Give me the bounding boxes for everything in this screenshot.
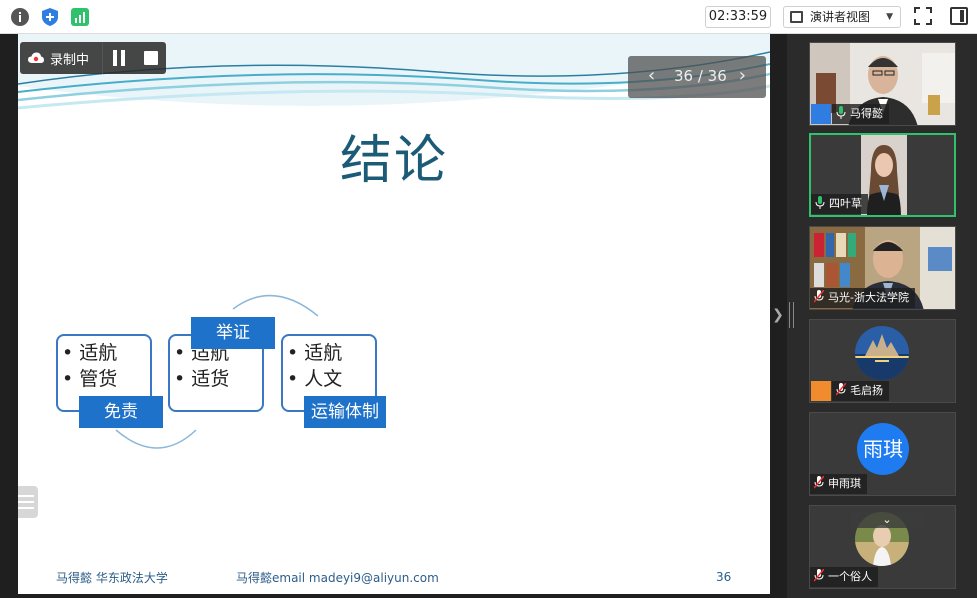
collapse-panel-icon[interactable]: ❯ bbox=[770, 300, 786, 330]
participant-tile-2[interactable]: 四叶草 bbox=[809, 133, 956, 217]
box-1-tag: 免责 bbox=[79, 396, 163, 428]
participant-tile-3[interactable]: 马光-浙大法学院 bbox=[809, 226, 956, 310]
participant-name-tag-3: 马光-浙大法学院 bbox=[810, 288, 915, 308]
participant-name-tag-5: 申雨琪 bbox=[810, 474, 867, 494]
participant-tile-6[interactable]: ⌄ 一个俗人 bbox=[809, 505, 956, 589]
network-signal-icon[interactable] bbox=[70, 7, 90, 27]
participant-name: 申雨琪 bbox=[828, 477, 861, 490]
fullscreen-icon[interactable] bbox=[914, 7, 932, 25]
participant-name-tag-2: 四叶草 bbox=[811, 194, 868, 214]
participant-avatar: 雨琪 bbox=[857, 423, 909, 475]
scroll-up-icon[interactable]: ⌄ bbox=[850, 512, 924, 528]
top-toolbar: 02:33:59 演讲者视图 ▼ bbox=[0, 0, 977, 34]
microphone-muted-icon bbox=[836, 383, 846, 396]
host-badge bbox=[811, 104, 831, 124]
security-shield-icon[interactable] bbox=[40, 7, 60, 27]
box-2-tag: 举证 bbox=[191, 317, 275, 349]
footer-author: 马得懿 华东政法大学 bbox=[56, 571, 168, 585]
footer-email: 马得懿email madeyi9@aliyun.com bbox=[236, 571, 439, 585]
diagram-arcs bbox=[115, 294, 319, 449]
slide-menu-button[interactable] bbox=[18, 486, 38, 518]
chevron-down-icon: ▼ bbox=[886, 12, 893, 22]
box-3-bullet-2: • 人文 bbox=[287, 368, 343, 390]
microphone-icon bbox=[815, 196, 825, 209]
panel-resize-handle[interactable] bbox=[789, 302, 794, 328]
box-3-bullet-1: • 适航 bbox=[287, 342, 343, 364]
microphone-muted-icon bbox=[814, 476, 824, 489]
participant-name: 四叶草 bbox=[829, 197, 862, 210]
view-mode-label: 演讲者视图 bbox=[810, 10, 871, 24]
box-1-bullet-1: • 适航 bbox=[62, 342, 118, 364]
host-badge bbox=[811, 381, 831, 401]
participant-name: 一个俗人 bbox=[828, 570, 872, 583]
toggle-sidebar-icon[interactable] bbox=[950, 7, 968, 25]
participant-tile-5[interactable]: 雨琪 申雨琪 bbox=[809, 412, 956, 496]
microphone-icon bbox=[836, 106, 846, 119]
box-1-bullet-2: • 管货 bbox=[62, 368, 118, 390]
info-icon[interactable] bbox=[10, 7, 30, 27]
microphone-muted-icon bbox=[814, 290, 824, 303]
participant-name: 马光-浙大法学院 bbox=[828, 291, 909, 304]
participant-name-tag-1: 马得懿 bbox=[832, 104, 889, 124]
participant-tile-1[interactable]: 马得懿 bbox=[809, 42, 956, 126]
box-3-tag: 运输体制 bbox=[304, 396, 386, 428]
participant-name: 毛启扬 bbox=[850, 384, 883, 397]
participant-name-tag-4: 毛启扬 bbox=[832, 381, 889, 401]
shared-slide: 录制中 ‹ 36 / 36 › 结论 • 适航 • 管货 免责 • 适航 • 适… bbox=[18, 34, 770, 594]
participant-tile-4[interactable]: 毛启扬 bbox=[809, 319, 956, 403]
box-2-bullet-2: • 适货 bbox=[174, 368, 230, 390]
participant-name: 马得懿 bbox=[850, 107, 883, 120]
participant-name-tag-6: 一个俗人 bbox=[810, 567, 878, 587]
meeting-timer: 02:33:59 bbox=[705, 6, 771, 28]
view-mode-select[interactable]: 演讲者视图 ▼ bbox=[783, 6, 901, 28]
layout-icon bbox=[790, 11, 803, 23]
participant-avatar bbox=[855, 326, 909, 380]
footer-page-number: 36 bbox=[716, 570, 732, 584]
microphone-muted-icon bbox=[814, 569, 824, 582]
